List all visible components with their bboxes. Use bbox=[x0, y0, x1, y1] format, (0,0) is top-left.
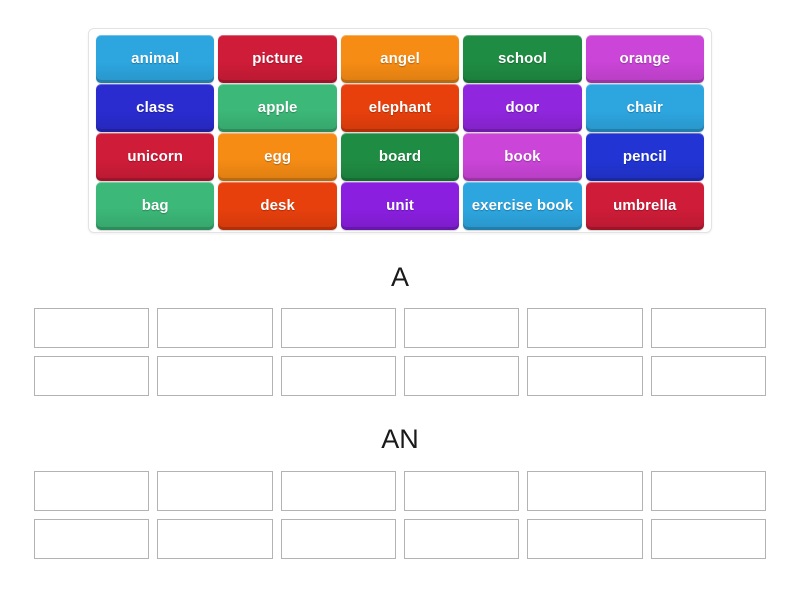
word-tile-umbrella[interactable]: umbrella bbox=[586, 182, 704, 230]
dropzone-an-10[interactable] bbox=[403, 519, 520, 559]
word-tile-exercise-book[interactable]: exercise book bbox=[463, 182, 581, 230]
dropzone-an-12[interactable] bbox=[650, 519, 766, 559]
word-tile-label: apple bbox=[257, 98, 298, 116]
dropzone-an-7[interactable] bbox=[34, 519, 150, 559]
word-tile-label: school bbox=[497, 49, 547, 67]
dropzone-grid-an bbox=[34, 471, 766, 559]
word-tile-label: unicorn bbox=[127, 147, 184, 165]
dropzone-row bbox=[34, 308, 766, 348]
word-tile-pencil[interactable]: pencil bbox=[586, 133, 704, 181]
word-tile-elephant[interactable]: elephant bbox=[341, 84, 459, 132]
dropzone-a-5[interactable] bbox=[527, 308, 643, 348]
dropzone-a-12[interactable] bbox=[650, 356, 766, 396]
dropzone-an-3[interactable] bbox=[280, 471, 396, 511]
word-tile-label: chair bbox=[626, 98, 663, 116]
word-tile-school[interactable]: school bbox=[463, 35, 581, 83]
word-tile-label: pencil bbox=[622, 147, 667, 165]
word-tile-label: board bbox=[378, 147, 422, 165]
word-tile-label: desk bbox=[260, 196, 295, 214]
word-tile-row: class apple elephant door chair bbox=[94, 84, 706, 132]
word-tile-chair[interactable]: chair bbox=[586, 84, 704, 132]
word-tile-label: elephant bbox=[368, 98, 432, 116]
word-tile-label: exercise book bbox=[471, 196, 574, 214]
dropzone-an-6[interactable] bbox=[650, 471, 766, 511]
group-heading-a: A bbox=[390, 262, 409, 292]
dropzone-row bbox=[34, 471, 766, 511]
word-tile-row: animal picture angel school orange bbox=[94, 35, 706, 83]
word-tile-bag[interactable]: bag bbox=[96, 182, 214, 230]
word-tile-class[interactable]: class bbox=[96, 84, 214, 132]
word-tile-label: bag bbox=[141, 196, 169, 214]
word-tile-animal[interactable]: animal bbox=[96, 35, 214, 83]
word-tile-book[interactable]: book bbox=[463, 133, 581, 181]
word-tile-apple[interactable]: apple bbox=[218, 84, 336, 132]
word-tile-label: class bbox=[136, 98, 175, 116]
word-tile-label: door bbox=[505, 98, 540, 116]
word-tile-desk[interactable]: desk bbox=[218, 182, 336, 230]
dropzone-an-2[interactable] bbox=[157, 471, 273, 511]
word-tile-orange[interactable]: orange bbox=[586, 35, 704, 83]
word-tile-door[interactable]: door bbox=[463, 84, 581, 132]
word-tile-label: unit bbox=[386, 196, 414, 214]
dropzone-row bbox=[34, 356, 766, 396]
dropzone-a-4[interactable] bbox=[403, 308, 520, 348]
dropzone-a-7[interactable] bbox=[34, 356, 150, 396]
dropzone-row bbox=[34, 519, 766, 559]
word-tile-row: unicorn egg board book pencil bbox=[94, 133, 706, 181]
word-tile-unicorn[interactable]: unicorn bbox=[96, 133, 214, 181]
word-tile-label: angel bbox=[380, 49, 420, 67]
word-tile-label: orange bbox=[619, 49, 671, 67]
dropzone-a-2[interactable] bbox=[157, 308, 273, 348]
dropzone-a-11[interactable] bbox=[527, 356, 643, 396]
word-tile-label: umbrella bbox=[613, 196, 677, 214]
dropzone-an-11[interactable] bbox=[527, 519, 643, 559]
dropzone-a-8[interactable] bbox=[157, 356, 273, 396]
dropzone-an-5[interactable] bbox=[527, 471, 643, 511]
word-tile-unit[interactable]: unit bbox=[341, 182, 459, 230]
word-tile-label: egg bbox=[264, 147, 292, 165]
dropzone-a-9[interactable] bbox=[280, 356, 396, 396]
dropzone-a-10[interactable] bbox=[403, 356, 520, 396]
dropzone-an-8[interactable] bbox=[157, 519, 273, 559]
word-tile-label: book bbox=[504, 147, 541, 165]
word-tile-angel[interactable]: angel bbox=[341, 35, 459, 83]
word-tile-egg[interactable]: egg bbox=[218, 133, 336, 181]
dropzone-grid-a bbox=[34, 308, 766, 396]
dropzone-an-1[interactable] bbox=[34, 471, 150, 511]
word-tile-label: animal bbox=[131, 49, 180, 67]
dropzone-an-9[interactable] bbox=[280, 519, 396, 559]
dropzone-a-1[interactable] bbox=[34, 308, 150, 348]
word-tile-picture[interactable]: picture bbox=[218, 35, 336, 83]
dropzone-an-4[interactable] bbox=[403, 471, 520, 511]
dropzone-a-6[interactable] bbox=[650, 308, 766, 348]
word-tile-label: picture bbox=[252, 49, 303, 67]
word-tile-row: bag desk unit exercise book umbrella bbox=[94, 182, 706, 230]
group-heading-an: AN bbox=[381, 424, 419, 454]
word-tile-board[interactable]: board bbox=[341, 133, 459, 181]
word-tile-bank: animal picture angel school orange class… bbox=[88, 28, 712, 233]
dropzone-a-3[interactable] bbox=[280, 308, 396, 348]
